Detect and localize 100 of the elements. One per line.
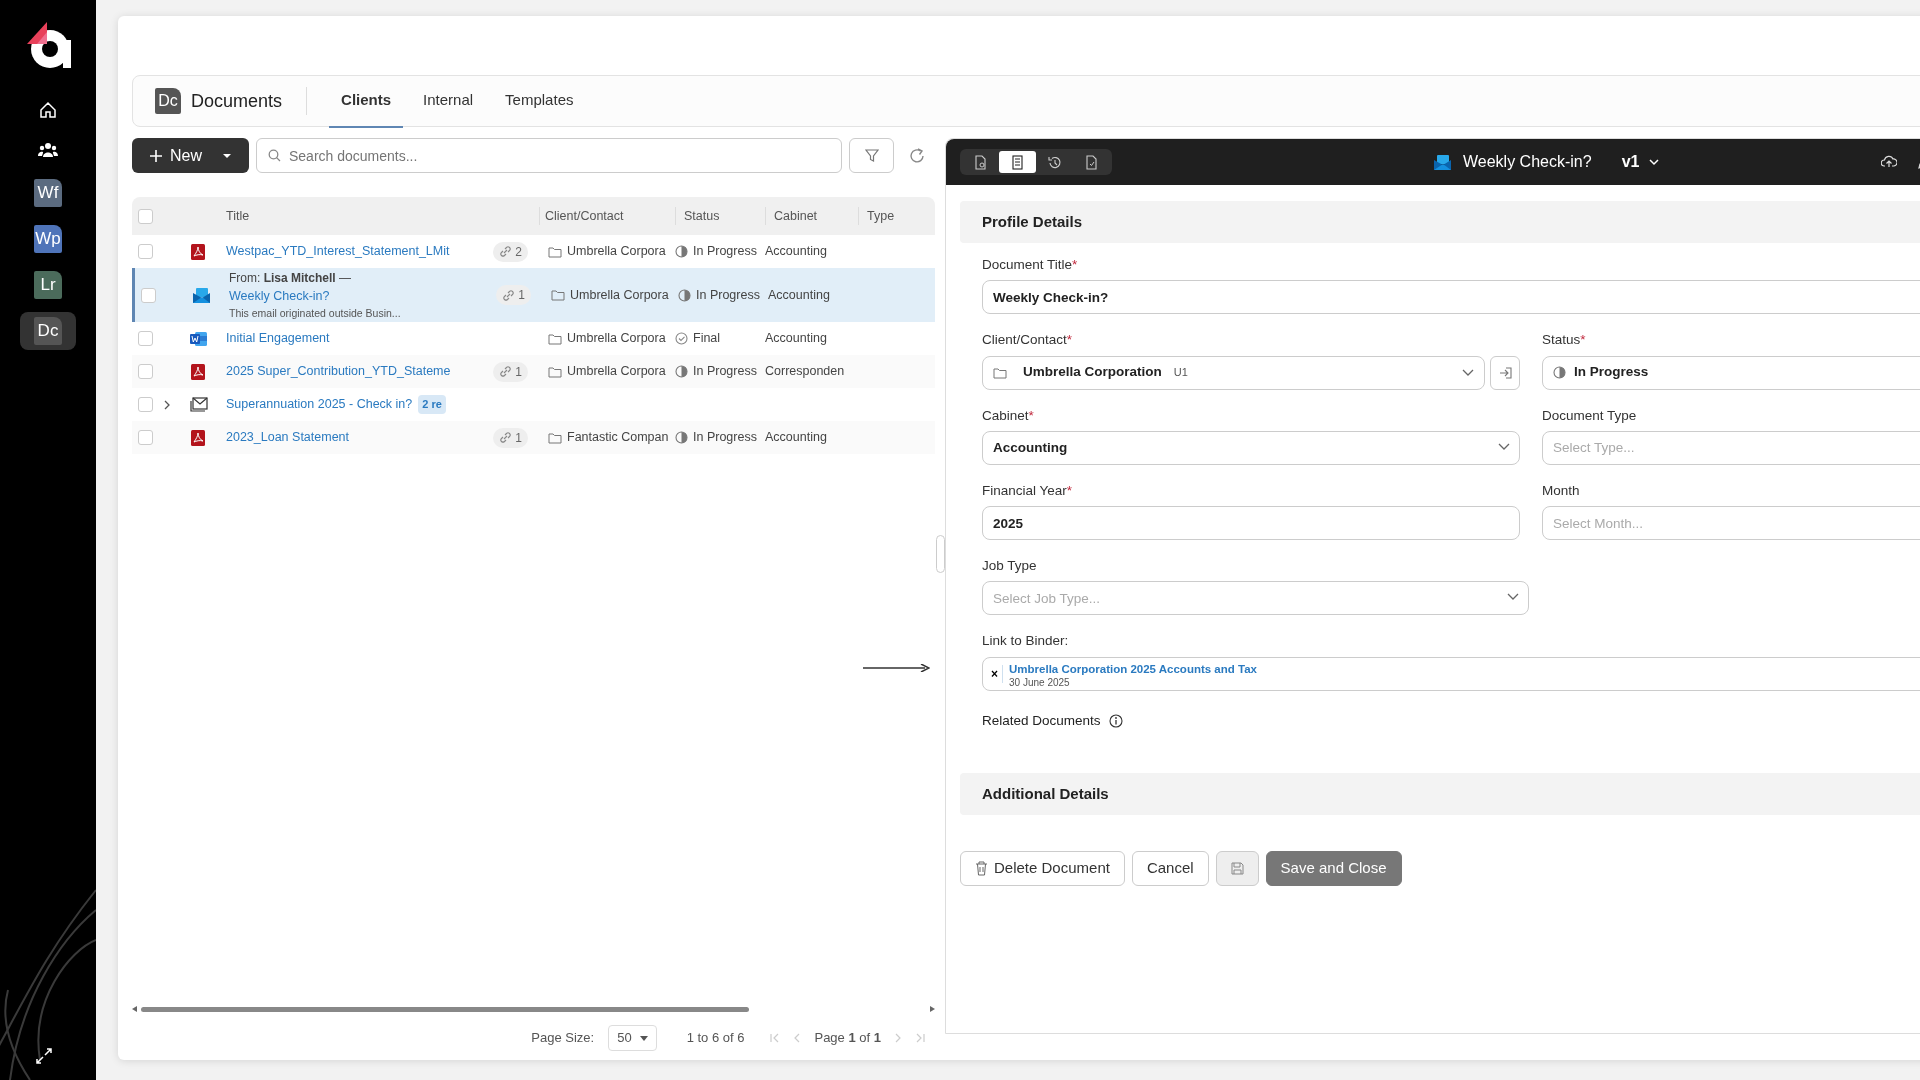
checkbox[interactable] — [138, 331, 153, 346]
client-name: Fantastic Compan — [567, 429, 669, 447]
client-name: Umbrella Corpora — [567, 330, 666, 348]
filter-button[interactable] — [849, 138, 894, 173]
binder-date: 30 June 2025 — [1009, 676, 1071, 688]
table-row[interactable]: From: Lisa Mitchell — Weekly Check-in? This email originated outside Busin... 1 Umbrella Corpora In Progress Accounting — [132, 268, 935, 322]
tab[interactable]: Internal — [411, 73, 486, 129]
section-header[interactable]: Profile Details — [960, 201, 1920, 243]
page-title: Documents — [191, 89, 283, 113]
select-field[interactable]: Accounting — [982, 430, 1520, 465]
folder-icon — [993, 366, 1007, 379]
first-page-icon — [770, 1033, 780, 1043]
column-header: Status — [684, 208, 720, 223]
link-count: 1 — [493, 361, 528, 382]
arrow-drawing — [863, 664, 930, 672]
field-label: Document Title — [982, 257, 1073, 272]
table-row[interactable]: Westpac_YTD_Interest_Statement_LMit 2 Umbrella Corpora In Progress Accounting — [132, 235, 935, 268]
app-tile[interactable]: Wp — [34, 225, 62, 253]
checkbox[interactable] — [138, 208, 153, 224]
search-field[interactable]: Search documents... — [256, 138, 842, 173]
field-label: Job Type — [982, 558, 1037, 573]
app-tile[interactable]: Wf — [34, 179, 62, 207]
checkbox[interactable] — [138, 430, 153, 445]
cabinet-text: Accounting — [768, 286, 830, 304]
pdf-icon — [190, 429, 206, 446]
status-text: In Progress — [693, 363, 757, 381]
half-circle-icon — [675, 245, 688, 258]
checkbox[interactable] — [138, 397, 153, 412]
text-field[interactable]: Weekly Check-in? — [982, 280, 1920, 315]
select-field[interactable]: Select Job Type... — [982, 581, 1529, 616]
scroll-left-icon — [132, 1006, 137, 1012]
app-tile[interactable]: Dc — [34, 317, 62, 345]
table-row[interactable]: 2025 Super_Contribution_YTD_Stateme 1 Umbrella Corpora In Progress Corresponden — [132, 355, 935, 388]
resize-handle[interactable] — [935, 535, 945, 573]
document-link[interactable]: Initial Engagement — [226, 329, 330, 348]
client-name: Umbrella Corpora — [567, 363, 666, 381]
column-header: Title — [226, 208, 250, 223]
link-count: 2 — [493, 241, 528, 262]
column-header: Cabinet — [774, 208, 818, 223]
binder-field[interactable]: × Umbrella Corporation 2025 Accounts and Tax 30 June 2025 — [982, 656, 1920, 691]
upload-icon — [1881, 154, 1897, 170]
document-link[interactable]: 2023_Loan Statement — [226, 428, 350, 447]
status-select[interactable]: In Progress — [1542, 355, 1920, 390]
checkbox[interactable] — [141, 287, 156, 303]
history-icon — [1047, 154, 1062, 170]
remove-button[interactable]: × — [991, 664, 1003, 683]
version-select[interactable]: v1 — [1621, 150, 1660, 174]
table-row[interactable]: 2023_Loan Statement 1 Fantastic Compan In Progress Accounting — [132, 421, 935, 454]
field-label: Status — [1542, 332, 1581, 348]
binder-link[interactable]: Umbrella Corporation 2025 Accounts and Tax — [1009, 663, 1257, 676]
column-header: Type — [867, 208, 895, 223]
delete-button[interactable]: Delete Document — [960, 850, 1125, 886]
section-header[interactable]: Additional Details — [960, 772, 1920, 815]
required-mark: * — [1580, 332, 1586, 348]
scrollbar-thumb[interactable] — [141, 1006, 749, 1012]
field-label: Client/Contact — [982, 332, 1067, 348]
app-tile[interactable]: Lr — [34, 271, 62, 299]
word-icon — [190, 330, 207, 347]
page-indicator: Page 1 of 1 — [814, 1029, 881, 1048]
cabinet-text: Accounting — [765, 330, 827, 348]
open-client-button[interactable] — [1490, 355, 1520, 390]
page-size-select[interactable]: 50 — [608, 1025, 657, 1051]
document-link[interactable]: Westpac_YTD_Interest_Statement_LMit — [226, 242, 450, 261]
folder-icon — [548, 431, 562, 444]
table-row[interactable]: Superannuation 2025 - Check in? 2 re — [132, 388, 935, 421]
checkbox[interactable] — [138, 244, 153, 259]
field-label: Related Documents — [982, 711, 1101, 730]
checkbox[interactable] — [138, 364, 153, 379]
half-circle-icon — [675, 365, 688, 378]
table-row[interactable]: Initial Engagement Umbrella Corpora Final Accounting — [132, 322, 935, 355]
search-icon — [268, 149, 281, 162]
required-mark: * — [1066, 332, 1073, 348]
cabinet-text: Corresponden — [765, 363, 845, 381]
folder-icon — [551, 289, 565, 301]
new-button[interactable]: New — [132, 138, 249, 173]
document-link[interactable]: Superannuation 2025 - Check in? — [226, 395, 413, 414]
text-field[interactable]: 2025 — [982, 506, 1520, 540]
cancel-button[interactable]: Cancel — [1131, 850, 1209, 886]
status-text: In Progress — [693, 243, 757, 261]
select-field[interactable]: Select Month... — [1542, 506, 1920, 540]
required-mark: * — [1072, 257, 1078, 272]
tab[interactable]: Templates — [493, 73, 586, 129]
app-badge: Dc — [155, 88, 181, 114]
select-field[interactable]: Select Type... — [1542, 430, 1920, 465]
status-text: In Progress — [696, 286, 760, 304]
expand-icon — [34, 1046, 54, 1066]
client-select[interactable]: Umbrella Corporation U1 — [982, 355, 1485, 390]
status-text: In Progress — [693, 429, 757, 447]
document-link[interactable]: 2025 Super_Contribution_YTD_Stateme — [226, 362, 451, 381]
view-tab[interactable] — [999, 151, 1036, 173]
link-icon — [499, 245, 513, 258]
next-page-icon — [895, 1033, 902, 1043]
info-icon — [1108, 713, 1123, 728]
chevron-icon — [1507, 593, 1519, 601]
tab[interactable]: Clients — [329, 73, 404, 129]
field-label: Cabinet — [982, 407, 1029, 423]
chevron-icon[interactable] — [162, 399, 172, 410]
page-size-label: Page Size: — [531, 1029, 595, 1048]
document-link[interactable]: Weekly Check-in? — [229, 288, 330, 303]
refresh-icon — [909, 147, 925, 164]
